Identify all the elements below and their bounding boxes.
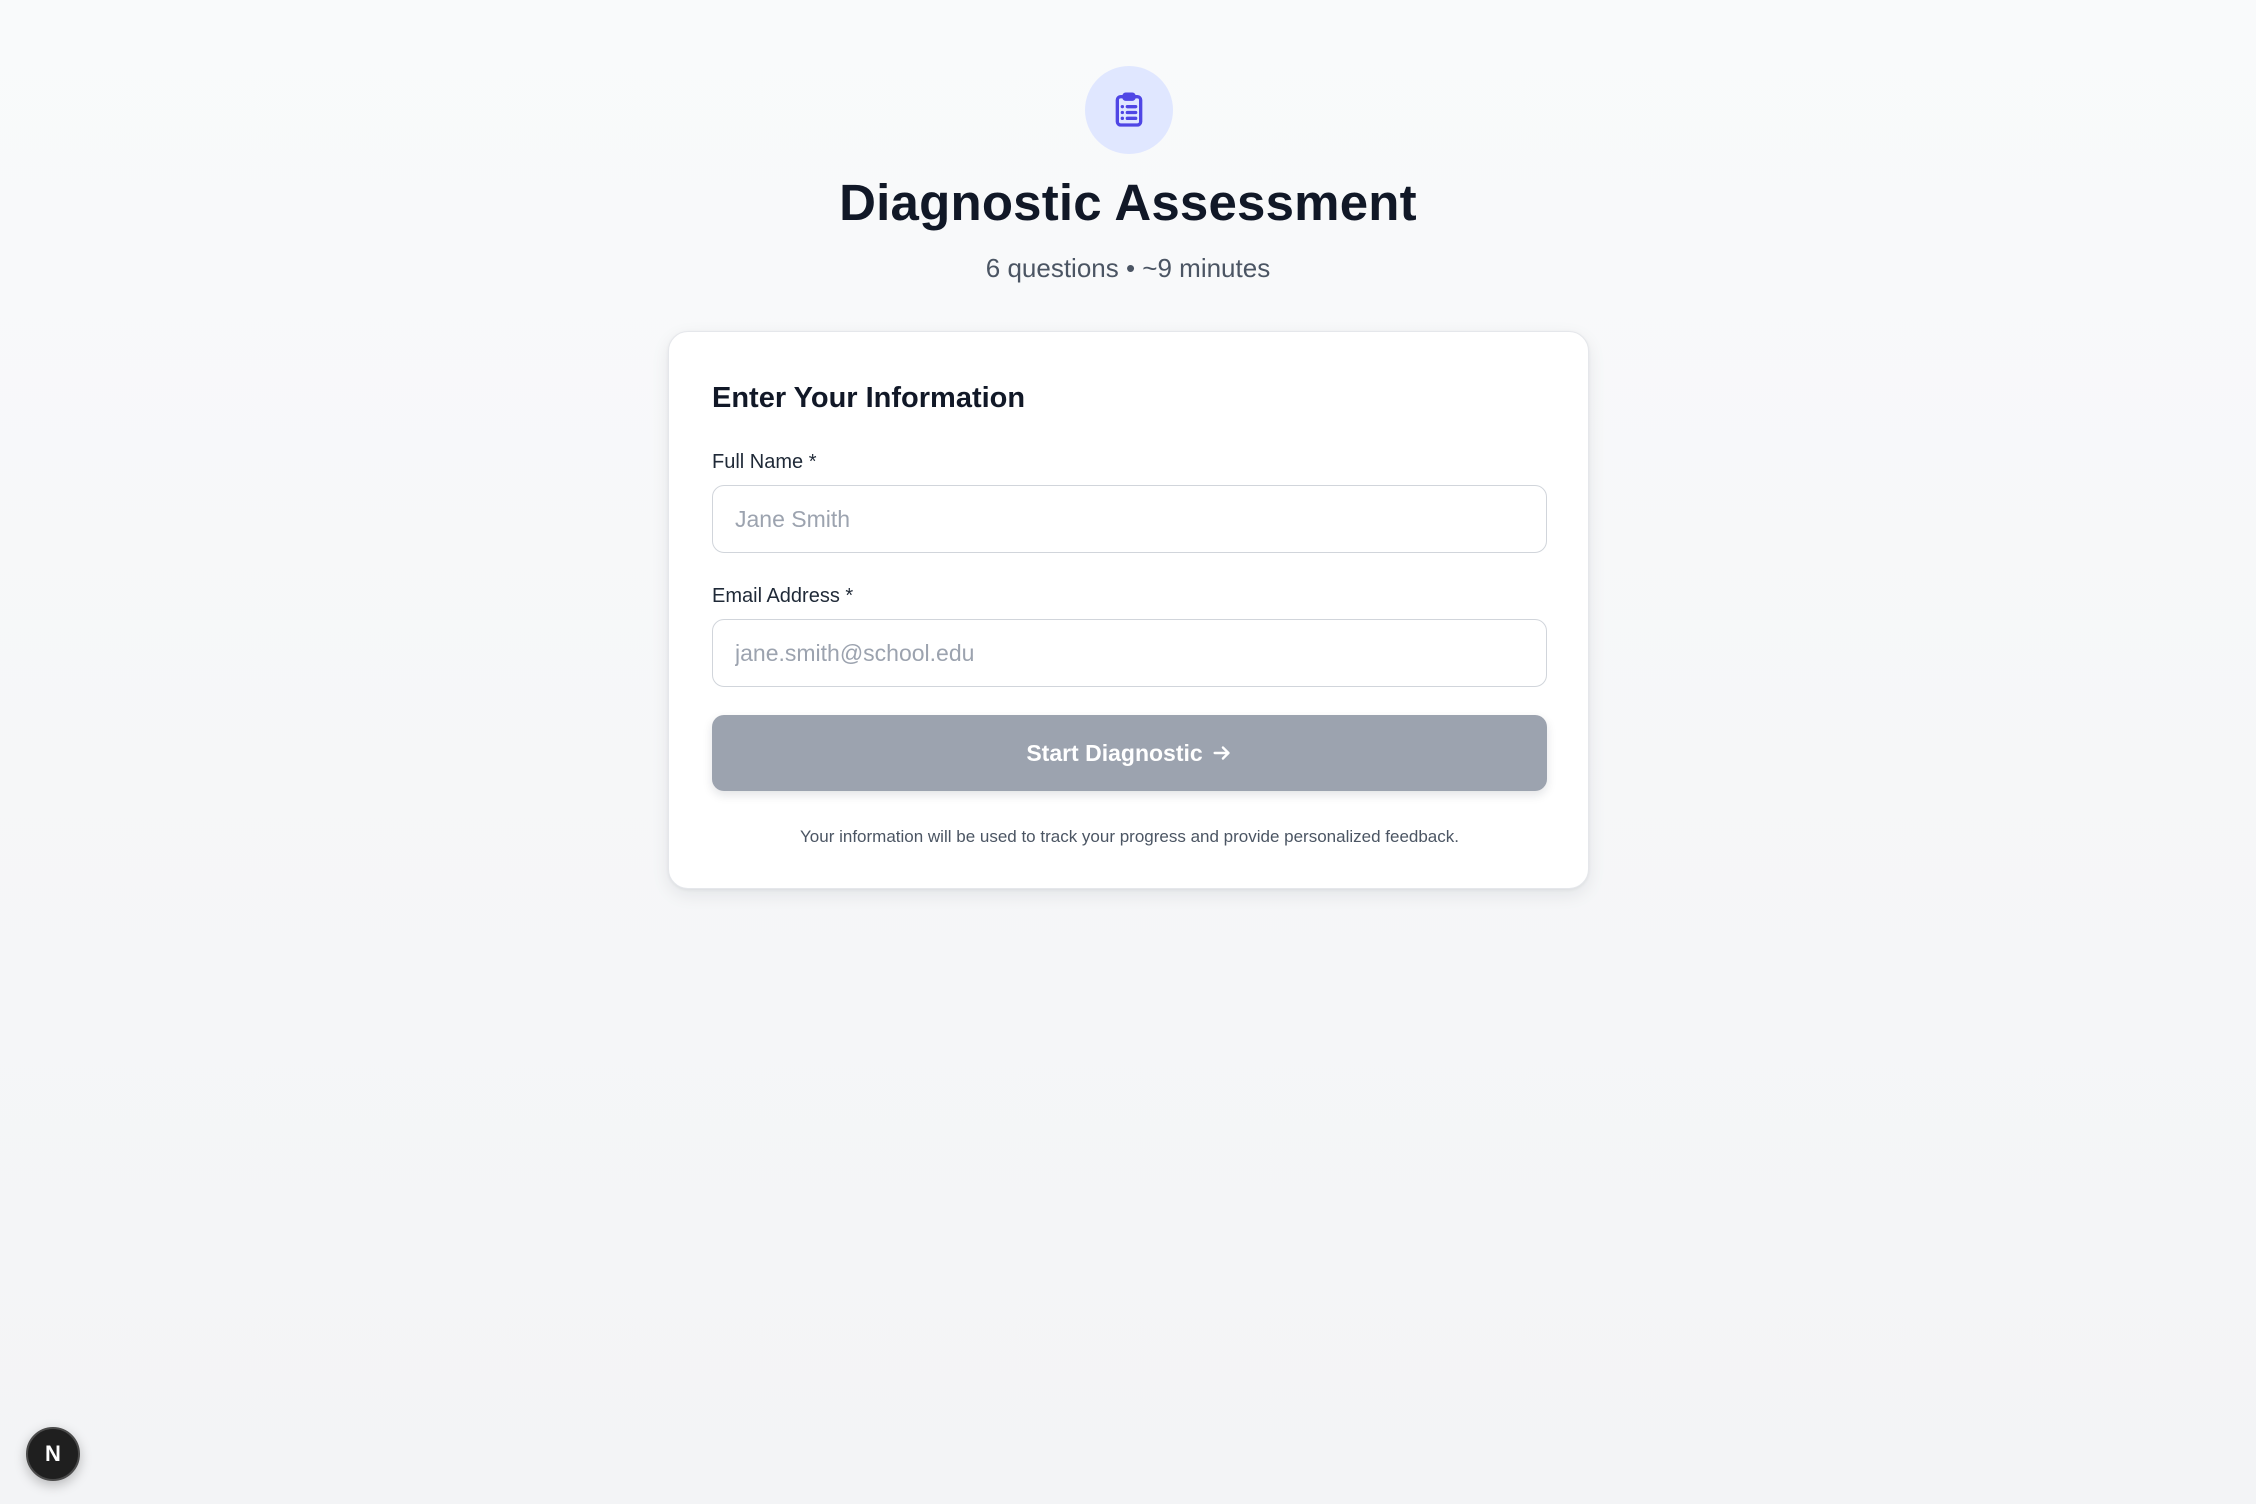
start-diagnostic-button[interactable]: Start Diagnostic xyxy=(712,715,1547,791)
nextjs-dev-badge[interactable]: N xyxy=(26,1427,80,1481)
arrow-right-icon xyxy=(1213,746,1230,760)
page-subtitle: 6 questions • ~9 minutes xyxy=(985,253,1271,283)
nextjs-icon: N xyxy=(45,1441,61,1466)
full-name-input[interactable] xyxy=(712,485,1547,553)
clipboard-list-icon xyxy=(1115,92,1143,127)
full-name-label: Full Name * xyxy=(712,451,817,473)
email-address-label: Email Address * xyxy=(712,585,854,607)
email-address-input[interactable] xyxy=(712,619,1547,687)
start-diagnostic-label: Start Diagnostic xyxy=(1026,739,1203,766)
clipboard-icon-container xyxy=(1085,66,1173,154)
form-title: Enter Your Information xyxy=(712,382,1026,414)
information-form-card: Enter Your Information Full Name * Email… xyxy=(668,331,1589,889)
page-title: Diagnostic Assessment xyxy=(839,174,1417,231)
privacy-footnote: Your information will be used to track y… xyxy=(800,827,1459,846)
